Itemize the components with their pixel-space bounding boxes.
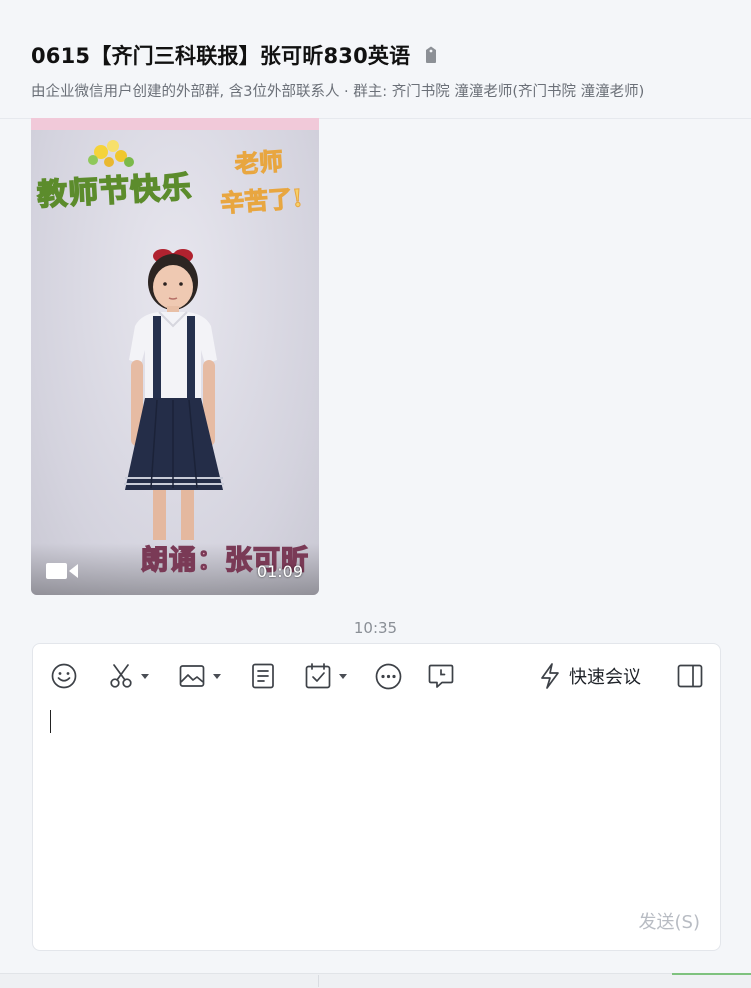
group-subtitle: 由企业微信用户创建的外部群, 含3位外部联系人 · 群主: 齐门书院 潼潼老师(… [31,84,645,100]
bottom-accent-bar [672,973,751,975]
video-top-strip [31,118,319,130]
calendar-check-icon [305,663,331,689]
quick-meeting-label: 快速会议 [569,667,641,688]
thanks-line-1: 老师 [233,146,284,179]
video-duration: 01:09 [256,562,303,581]
more-button[interactable] [375,662,402,690]
thanks-line-2: 辛苦了! [219,183,304,219]
thanks-teacher-text: 老师 辛苦了! [216,141,304,223]
bottom-divider [318,975,319,987]
child-figure [124,249,224,540]
screenshot-button[interactable] [109,662,149,690]
chevron-down-icon[interactable] [339,673,347,679]
lightning-icon [541,663,559,689]
teachers-day-text: 教师节快乐 [36,169,194,214]
message-composer: 快速会议 发送(S) [32,643,721,951]
emoji-icon [51,663,77,689]
more-icon [375,663,402,689]
time-separator: 10:35 [353,619,398,637]
document-icon [252,663,274,689]
tag-icon[interactable] [424,46,438,64]
title-row: 0615【齐门三科联报】张可昕830英语 [31,40,438,70]
text-cursor[interactable] [50,710,51,733]
side-panel-button[interactable] [677,664,703,692]
send-button[interactable]: 发送(S) [639,908,700,934]
group-title[interactable]: 0615【齐门三科联报】张可昕830英语 [31,40,410,70]
chat-history-button[interactable] [428,662,454,690]
chevron-down-icon[interactable] [213,673,221,679]
video-message[interactable]: 教师节快乐 老师 辛苦了! 朗诵：张可昕 01:09 [31,118,319,595]
file-button[interactable] [251,662,275,690]
window-bottom-edge [0,973,751,988]
video-camera-icon [46,562,78,584]
chat-header: 0615【齐门三科联报】张可昕830英语 由企业微信用户创建的外部群, 含3位外… [0,0,751,119]
emoji-button[interactable] [51,662,77,690]
quick-meeting-button[interactable]: 快速会议 [539,662,641,690]
schedule-button[interactable] [305,662,347,690]
message-clock-icon [428,664,454,688]
side-panel-icon [677,664,703,688]
scissors-icon [110,664,132,688]
image-icon [179,665,205,687]
image-button[interactable] [179,662,221,690]
chevron-down-icon[interactable] [141,673,149,679]
